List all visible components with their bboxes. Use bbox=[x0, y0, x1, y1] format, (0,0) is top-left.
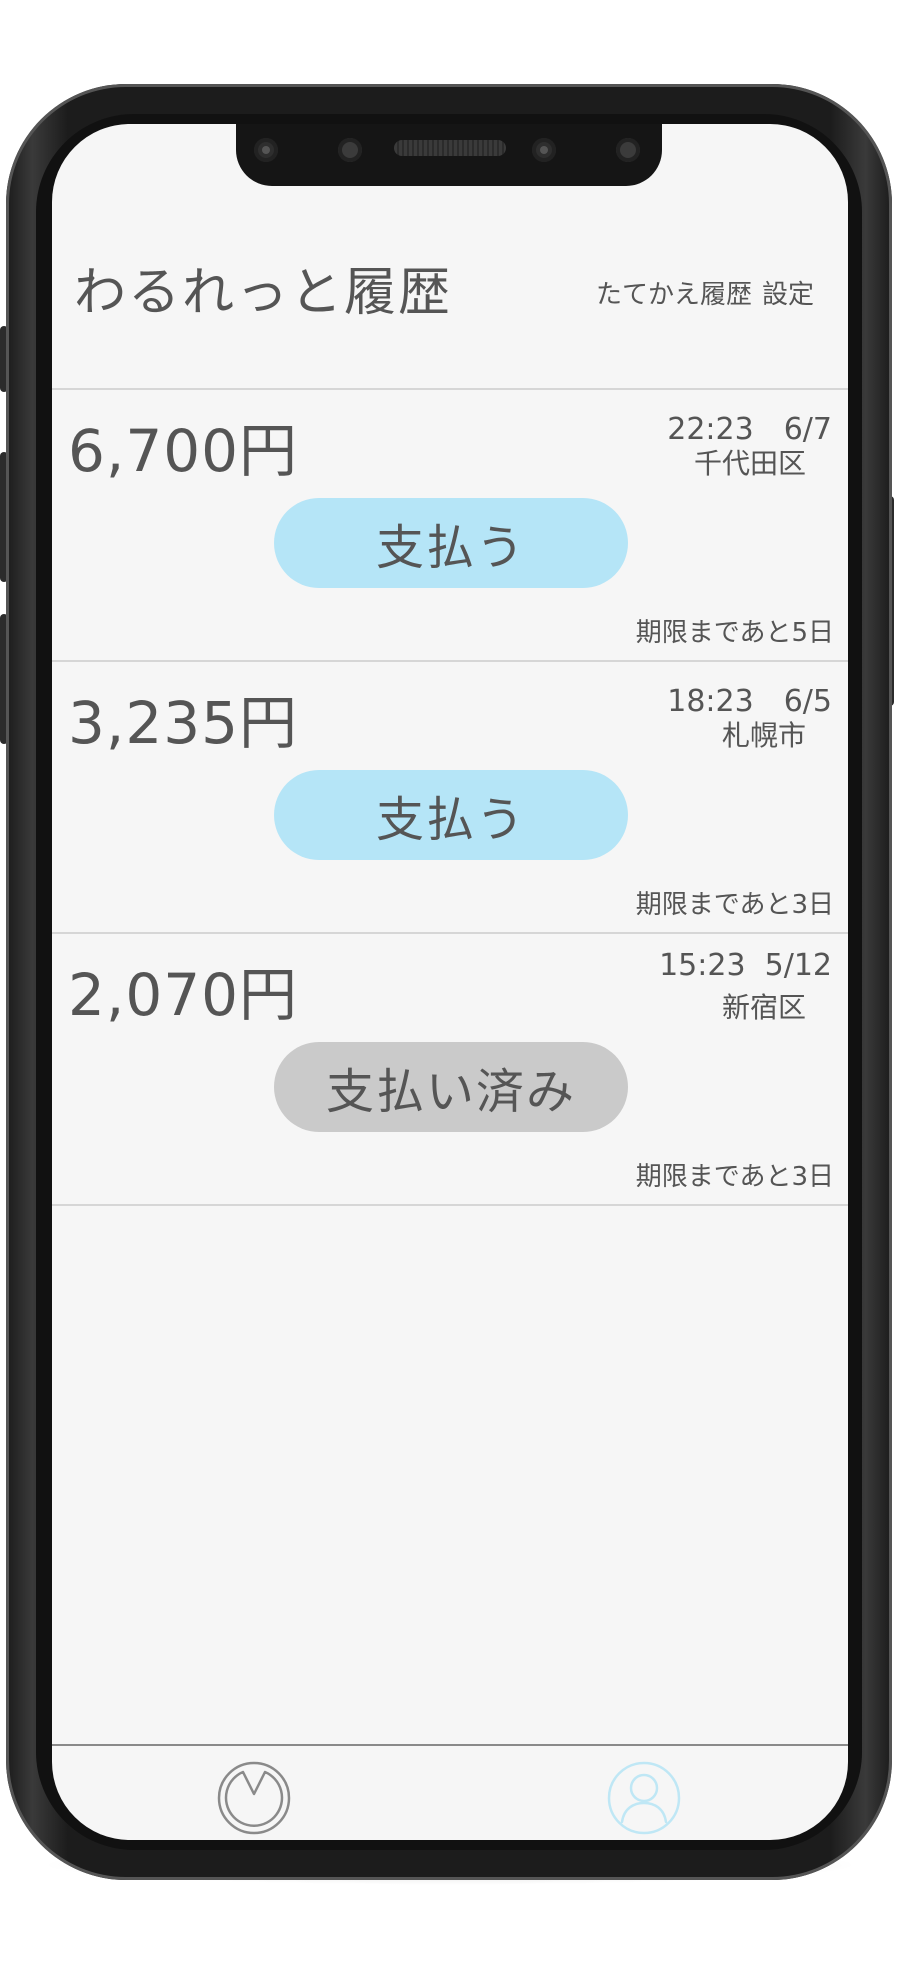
user-profile-icon[interactable] bbox=[606, 1760, 682, 1836]
entry-place: 札幌市 bbox=[721, 719, 806, 752]
front-camera bbox=[254, 138, 278, 162]
paid-button[interactable]: 支払い済み bbox=[274, 1042, 628, 1132]
pay-button[interactable]: 支払う bbox=[274, 770, 628, 860]
entry-deadline: 期限まであと5日 bbox=[635, 618, 834, 648]
entry-time-date: 15:23 5/12 bbox=[659, 948, 832, 983]
exchange-history-link[interactable]: たてかえ履歴 bbox=[596, 280, 752, 310]
history-entry: 3,235円 18:23 6/5 札幌市 支払う 期限まであと3日 bbox=[52, 662, 848, 932]
tabbar-divider bbox=[52, 1744, 848, 1746]
earpiece-speaker bbox=[394, 140, 506, 156]
entry-deadline: 期限まであと3日 bbox=[635, 1162, 834, 1192]
entry-divider bbox=[52, 1204, 848, 1206]
history-entry: 6,700円 22:23 6/7 千代田区 支払う 期限まであと5日 bbox=[52, 390, 848, 660]
entry-amount: 2,070円 bbox=[68, 961, 299, 1029]
device-stage: わるれっと履歴 たてかえ履歴 設定 6,700円 22:23 6/7 千代田区 支… bbox=[0, 0, 902, 1980]
header-links: たてかえ履歴 設定 bbox=[596, 274, 814, 311]
entry-place: 新宿区 bbox=[721, 991, 806, 1024]
history-entry: 2,070円 15:23 5/12 新宿区 支払い済み 期限まであと3日 bbox=[52, 934, 848, 1204]
ambient-light-sensor bbox=[616, 138, 640, 162]
entry-amount: 3,235円 bbox=[68, 689, 299, 757]
app-title: わるれっと履歴 bbox=[74, 263, 453, 323]
face-id-sensor bbox=[532, 138, 556, 162]
entry-deadline: 期限まであと3日 bbox=[635, 890, 834, 920]
settings-link[interactable]: 設定 bbox=[762, 280, 814, 310]
entry-place: 千代田区 bbox=[693, 447, 806, 480]
entry-amount: 6,700円 bbox=[68, 417, 299, 485]
app-screen: わるれっと履歴 たてかえ履歴 設定 6,700円 22:23 6/7 千代田区 支… bbox=[52, 124, 848, 1840]
pay-button[interactable]: 支払う bbox=[274, 498, 628, 588]
wallet-history-icon[interactable] bbox=[216, 1760, 292, 1836]
proximity-sensor bbox=[338, 138, 362, 162]
